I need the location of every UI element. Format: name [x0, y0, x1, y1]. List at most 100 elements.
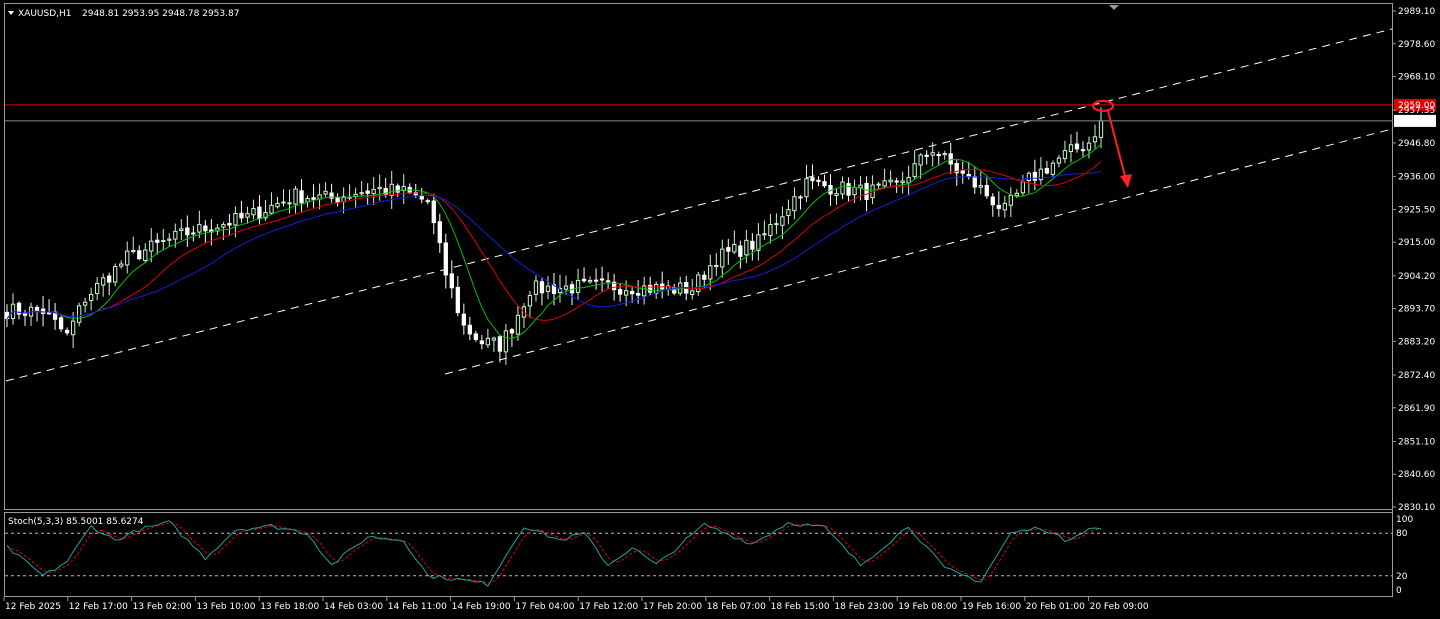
candle-body [64, 329, 70, 334]
time-label: 12 Feb 17:00 [69, 602, 128, 612]
candle-body [774, 223, 779, 226]
candle-body [846, 183, 851, 196]
stoch-tick-label: 0 [1396, 586, 1402, 596]
stoch-axis: 100 80 20 0 [1396, 515, 1413, 596]
price-tick-label: 2851.10 [1398, 437, 1435, 447]
candle-body [1056, 157, 1062, 164]
candle-body [1014, 192, 1019, 197]
candle-body [539, 281, 545, 294]
time-label: 17 Feb 12:00 [579, 602, 638, 612]
candle-body [599, 278, 605, 281]
candle-body [461, 313, 466, 326]
candle-body [960, 170, 965, 174]
candle-body [527, 295, 533, 307]
candle-body [389, 183, 394, 196]
time-label: 18 Feb 15:00 [771, 602, 830, 612]
candle-body [726, 247, 731, 252]
price-tick-label: 2925.50 [1398, 205, 1435, 215]
candle-body [930, 152, 935, 156]
candle-body [984, 184, 989, 197]
candle-body [443, 242, 448, 276]
time-axis: 12 Feb 2025 12 Feb 17:00 13 Feb 02:00 13 Fe… [3, 597, 1149, 612]
candle-body [431, 200, 436, 224]
stoch-tick-label: 100 [1396, 515, 1413, 525]
stoch-pane[interactable] [4, 512, 1393, 597]
candle-body [365, 190, 370, 194]
price-tick-label: 2861.90 [1398, 404, 1435, 414]
candle-body [1086, 142, 1092, 151]
candle-body [816, 179, 821, 182]
candle-body [894, 180, 899, 183]
candle-body [882, 180, 887, 187]
candle-body [509, 329, 515, 334]
candle-body [479, 340, 485, 345]
candle-body [888, 179, 893, 183]
candle-body [900, 180, 905, 184]
candle-body [299, 190, 304, 204]
candle-body [82, 301, 88, 306]
candle-body [76, 305, 82, 323]
candle-body [732, 243, 737, 253]
candle-body [720, 248, 725, 268]
candle-body [467, 324, 472, 335]
stoch-title: Stoch(5,3,3) 85.5001 85.6274 [8, 517, 144, 527]
candle-body [744, 239, 749, 256]
candle-body [702, 274, 707, 280]
candle-body [906, 176, 911, 184]
candle-body [449, 273, 454, 289]
time-label: 20 Feb 09:00 [1090, 602, 1149, 612]
candle-body [185, 227, 190, 236]
time-label: 14 Feb 03:00 [324, 602, 383, 612]
candle-body [34, 306, 40, 311]
candle-body [239, 212, 244, 219]
candle-body [515, 314, 521, 335]
candle-body [269, 204, 274, 214]
candle-body [780, 216, 785, 226]
candle-body [575, 279, 581, 293]
price-tick-label: 2904.20 [1398, 272, 1435, 282]
candle-body [58, 317, 64, 330]
time-label: 13 Feb 18:00 [260, 602, 319, 612]
candle-body [738, 245, 743, 257]
candle-body [137, 250, 142, 260]
price-tick-label: 2968.10 [1398, 73, 1435, 83]
candle-body [1044, 168, 1050, 174]
price-chart[interactable]: 2959.002953.87 2989.102978.602968.102957… [0, 0, 1440, 619]
candle-body [708, 265, 713, 280]
candle-body [972, 176, 977, 188]
candle-body [311, 197, 316, 200]
time-label: 20 Feb 01:00 [1026, 602, 1085, 612]
candle-body [581, 278, 587, 282]
candle-body [1092, 136, 1098, 143]
candle-body [173, 230, 178, 240]
candle-body [275, 202, 280, 208]
time-label: 17 Feb 04:00 [515, 602, 574, 612]
candle-body [131, 249, 136, 252]
candle-body [161, 240, 166, 243]
candle-body [1026, 172, 1032, 182]
candle-body [335, 197, 340, 203]
candle-body [1080, 149, 1086, 152]
candle-body [810, 177, 815, 182]
candle-body [149, 240, 154, 252]
candle-body [1008, 194, 1013, 206]
candle-body [1068, 144, 1074, 153]
current-price-label: 2953.87 [1398, 117, 1435, 127]
price-tick-label: 2893.70 [1398, 305, 1435, 315]
candle-body [113, 265, 118, 283]
candle-body [864, 183, 869, 200]
candle-body [768, 224, 773, 236]
candle-body [233, 212, 238, 226]
candle-body [179, 228, 184, 232]
candle-body [377, 186, 382, 190]
candle-body [203, 225, 208, 232]
candle-body [125, 250, 130, 266]
main-pane[interactable] [4, 3, 1393, 510]
candle-body [978, 185, 983, 188]
candle-body [143, 249, 148, 261]
time-label: 13 Feb 10:00 [196, 602, 255, 612]
candle-body [876, 183, 881, 186]
candle-body [990, 196, 995, 206]
candle-body [545, 285, 551, 292]
candle-body [503, 330, 509, 353]
